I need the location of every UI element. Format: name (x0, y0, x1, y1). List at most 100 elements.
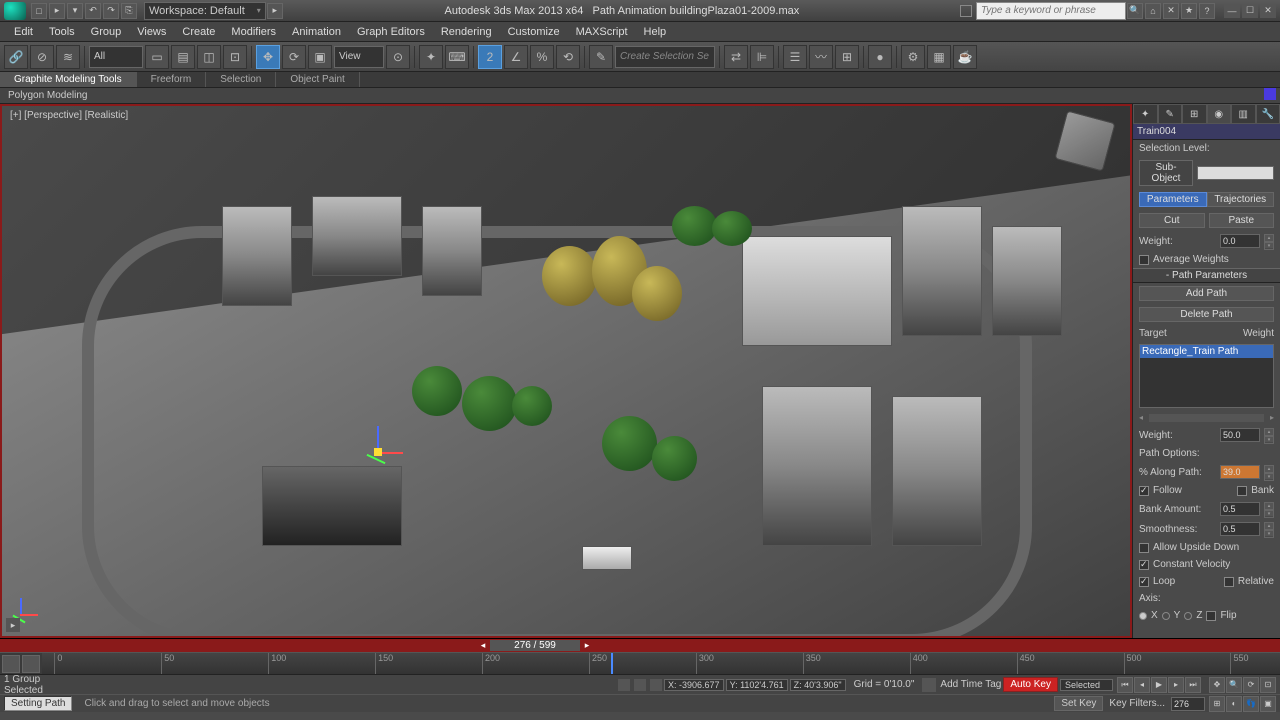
workspace-more-icon[interactable]: ▸ (267, 3, 283, 19)
schematic-icon[interactable]: ⊞ (835, 45, 859, 69)
select-name-icon[interactable]: ▤ (171, 45, 195, 69)
key-filters-link[interactable]: Key Filters... (1109, 698, 1165, 709)
nav-zoom-ext-icon[interactable]: ⊞ (1209, 696, 1225, 712)
coord-z[interactable]: Z: 40'3.906" (790, 679, 846, 691)
weight-spinner[interactable]: ▴▾ (1264, 234, 1274, 248)
coord-x[interactable]: X: -3906.677 (664, 679, 724, 691)
keyboard-shortcut-icon[interactable]: ⌨ (445, 45, 469, 69)
subobject-dropdown[interactable] (1197, 166, 1274, 180)
close-button[interactable]: ✕ (1260, 4, 1276, 18)
axis-x-radio[interactable] (1139, 612, 1147, 620)
cut-button[interactable]: Cut (1139, 213, 1205, 228)
subobject-button[interactable]: Sub-Object (1139, 160, 1193, 186)
relative-checkbox[interactable] (1224, 577, 1234, 587)
transform-gizmo[interactable] (362, 436, 394, 468)
layers-icon[interactable]: ☰ (783, 45, 807, 69)
timeline-current-marker[interactable] (611, 653, 613, 674)
flip-checkbox[interactable] (1206, 611, 1216, 621)
app-logo-icon[interactable] (4, 2, 26, 20)
mirror-icon[interactable]: ⇄ (724, 45, 748, 69)
ribbon-graphite[interactable]: Graphite Modeling Tools (0, 72, 137, 87)
align-icon[interactable]: ⊫ (750, 45, 774, 69)
maxscript-listener[interactable]: Setting Path (4, 696, 72, 711)
auto-key-button[interactable]: Auto Key (1003, 677, 1058, 692)
bank-amount-input[interactable] (1220, 502, 1260, 516)
favorite-icon[interactable]: ★ (1181, 3, 1197, 19)
paste-button[interactable]: Paste (1209, 213, 1275, 228)
save-icon[interactable]: ▾ (67, 3, 83, 19)
menu-rendering[interactable]: Rendering (433, 26, 500, 38)
follow-checkbox[interactable] (1139, 486, 1149, 496)
window-crossing-icon[interactable]: ⊡ (223, 45, 247, 69)
isolate-icon[interactable] (634, 679, 646, 691)
axis-y-radio[interactable] (1162, 612, 1170, 620)
bank-amount-spinner[interactable]: ▴▾ (1264, 502, 1274, 516)
prev-frame-icon[interactable]: ◂ (1134, 677, 1150, 693)
selection-filter-dropdown[interactable]: All (89, 46, 143, 68)
smoothness-input[interactable] (1220, 522, 1260, 536)
scroll-left-icon[interactable]: ◂ (1139, 413, 1143, 422)
menu-edit[interactable]: Edit (6, 26, 41, 38)
goto-end-icon[interactable]: ⏭ (1185, 677, 1201, 693)
loop-checkbox[interactable] (1139, 577, 1149, 587)
ribbon-objectpaint[interactable]: Object Paint (276, 72, 359, 87)
object-name-field[interactable]: Train004 (1133, 124, 1280, 140)
time-slider[interactable]: ◂ 276 / 599 ▸ (0, 638, 1280, 652)
ribbon-panel-label[interactable]: Polygon Modeling (0, 88, 1280, 104)
scene-3d[interactable] (2, 106, 1130, 636)
current-frame-input[interactable] (1171, 697, 1205, 711)
select-scale-icon[interactable]: ▣ (308, 45, 332, 69)
new-icon[interactable]: □ (31, 3, 47, 19)
delete-path-button[interactable]: Delete Path (1139, 307, 1274, 322)
menu-customize[interactable]: Customize (500, 26, 568, 38)
menu-maxscript[interactable]: MAXScript (568, 26, 636, 38)
nav-walk-icon[interactable]: 👣 (1243, 696, 1259, 712)
material-editor-icon[interactable]: ● (868, 45, 892, 69)
play-icon[interactable]: ▶ (1151, 677, 1167, 693)
manipulate-icon[interactable]: ✦ (419, 45, 443, 69)
render-prod-icon[interactable]: ☕ (953, 45, 977, 69)
scroll-right-icon[interactable]: ▸ (1270, 413, 1274, 422)
search-go-icon[interactable]: 🔍 (1127, 3, 1143, 19)
workspace-dropdown[interactable]: Workspace: Default (144, 2, 266, 20)
search-input[interactable] (976, 2, 1126, 20)
path-list[interactable]: Rectangle_Train Path (1139, 344, 1274, 408)
nav-max-icon[interactable]: ⊡ (1260, 677, 1276, 693)
path-list-item[interactable]: Rectangle_Train Path (1140, 345, 1273, 358)
render-setup-icon[interactable]: ⚙ (901, 45, 925, 69)
add-time-tag[interactable]: Add Time Tag (940, 679, 1001, 690)
timeline[interactable]: 050100150200250300350400450500550 (0, 652, 1280, 674)
viewport-label[interactable]: [+] [Perspective] [Realistic] (10, 110, 128, 121)
add-path-button[interactable]: Add Path (1139, 286, 1274, 301)
menu-animation[interactable]: Animation (284, 26, 349, 38)
named-selection-dropdown[interactable]: Create Selection Se (615, 46, 715, 68)
nav-orbit-icon[interactable]: ⟳ (1243, 677, 1259, 693)
frame-prev-icon[interactable]: ◂ (476, 640, 490, 651)
list-scrollbar[interactable] (1149, 414, 1264, 422)
tab-motion-icon[interactable]: ◉ (1207, 104, 1232, 124)
tab-hierarchy-icon[interactable]: ⊞ (1182, 104, 1207, 124)
nav-zoom-icon[interactable]: 🔍 (1226, 677, 1242, 693)
tab-create-icon[interactable]: ✦ (1133, 104, 1158, 124)
tab-utilities-icon[interactable]: 🔧 (1256, 104, 1280, 124)
weight2-spinner[interactable]: ▴▾ (1264, 428, 1274, 442)
signin-icon[interactable]: ⌂ (1145, 3, 1161, 19)
menu-help[interactable]: Help (636, 26, 675, 38)
link-tool-icon[interactable]: 🔗 (4, 45, 28, 69)
unlink-tool-icon[interactable]: ⊘ (30, 45, 54, 69)
viewport-expand-icon[interactable]: ▸ (6, 618, 20, 632)
weight-input[interactable] (1220, 234, 1260, 248)
comm-center-icon[interactable] (922, 678, 936, 692)
menu-grapheditors[interactable]: Graph Editors (349, 26, 433, 38)
select-move-icon[interactable]: ✥ (256, 45, 280, 69)
select-object-icon[interactable]: ▭ (145, 45, 169, 69)
tab-modify-icon[interactable]: ✎ (1158, 104, 1183, 124)
goto-start-icon[interactable]: ⏮ (1117, 677, 1133, 693)
tab-display-icon[interactable]: ▥ (1231, 104, 1256, 124)
select-rotate-icon[interactable]: ⟳ (282, 45, 306, 69)
link-icon[interactable]: ⎘ (121, 3, 137, 19)
pivot-center-icon[interactable]: ⊙ (386, 45, 410, 69)
key-filter-dropdown[interactable]: Selected (1060, 679, 1113, 691)
angle-snap-icon[interactable]: ∠ (504, 45, 528, 69)
timeline-ruler[interactable]: 050100150200250300350400450500550 (42, 653, 1280, 674)
